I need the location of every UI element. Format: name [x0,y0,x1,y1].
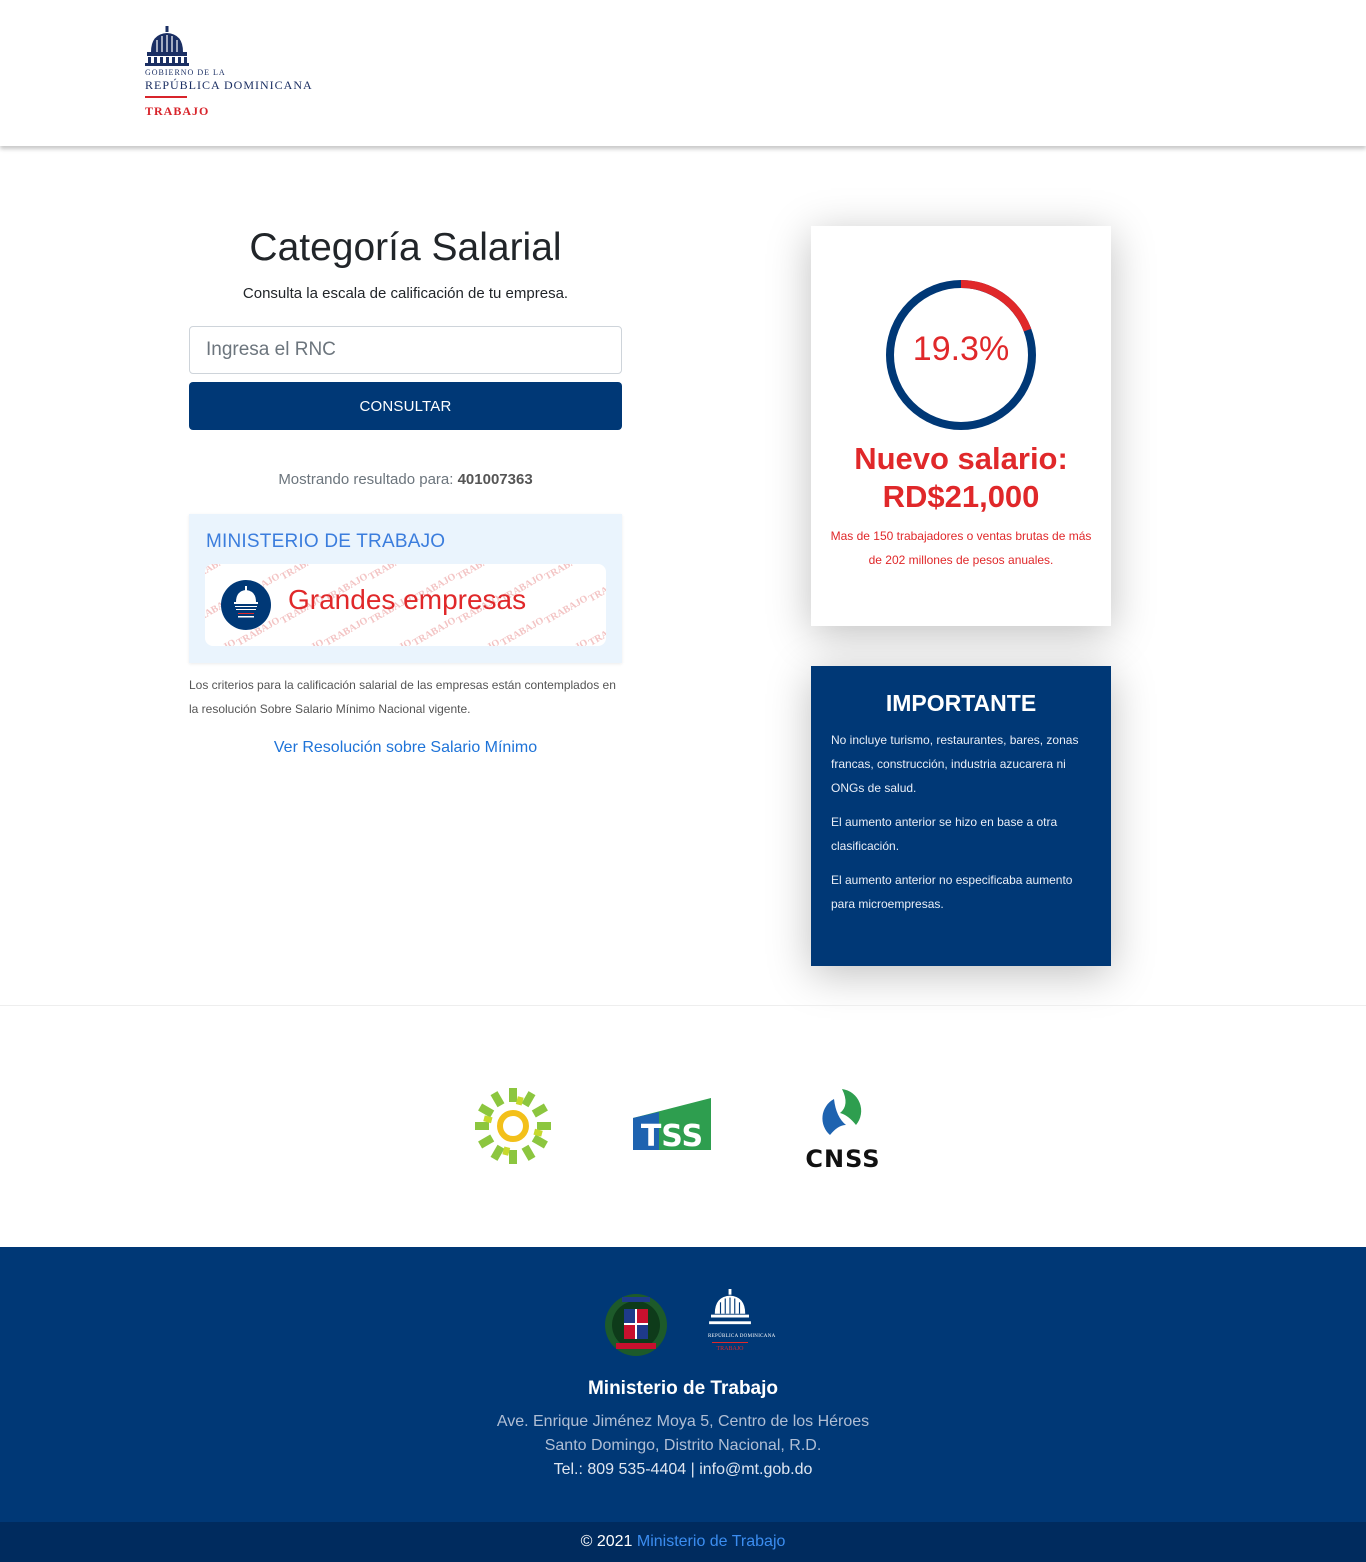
category-card: MINISTERIO DE TRABAJO TRABAJO TRABAJO TRAB… [189,514,622,663]
percent-value: 19.3% [912,330,1010,368]
logo-text-trabajo: TRABAJO [145,104,210,118]
important-note: El aumento anterior se hizo en base a ot… [831,815,1058,853]
sun-icon [475,1088,551,1164]
site-footer: REPÚBLICA DOMINICANA TRABAJO Ministerio … [0,1247,1366,1522]
tss-text: TSS [641,1119,703,1153]
watermark-text: TRABAJO [367,564,414,583]
site-header: GOBIERNO DE LA REPÚBLICA DOMINICANA TRAB… [0,0,1366,146]
footer-logo-republica: REPÚBLICA DOMINICANA [708,1334,776,1339]
result-organization: MINISTERIO DE TRABAJO [206,531,446,552]
rnc-input[interactable] [189,326,622,374]
logo-divider [145,96,187,98]
watermark-text: TRABAJO [543,593,590,627]
important-body: No incluye turismo, restaurantes, bares,… [831,728,1096,926]
new-salary: Nuevo salario: RD$21,000 [811,440,1111,516]
watermark-text: TRABAJO [367,637,414,646]
copyright-text: © 2021 [580,1533,633,1550]
address-line-1: Ave. Enrique Jiménez Moya 5, Centro de l… [496,1413,870,1430]
address-line-2: Santo Domingo, Distrito Nacional, R.D. [544,1437,822,1454]
category-name: Grandes empresas [288,584,527,615]
watermark-text: TRABAJO [279,637,326,646]
watermark-text: TRABAJO [455,564,502,583]
salary-description: Mas de 150 trabajadores o ventas brutas … [830,529,1092,567]
dome-icon [145,26,189,66]
contact-line: Tel.: 809 535-4404 | info@mt.gob.do [553,1461,813,1478]
footer-logos: REPÚBLICA DOMINICANA TRABAJO [600,1287,776,1362]
watermark-text: TRABAJO [455,637,502,646]
government-logo[interactable]: GOBIERNO DE LA REPÚBLICA DOMINICANA TRAB… [145,26,345,122]
watermark-text: TRABAJO [543,637,590,646]
cnss-text: CNSS [805,1145,880,1171]
resolution-link[interactable]: Ver Resolución sobre Salario Mínimo [189,739,622,757]
watermark-text: TRABAJO [323,615,370,646]
consultar-button[interactable]: CONSULTAR [189,382,622,430]
logo-text-gobierno: GOBIERNO DE LA [145,68,226,77]
criteria-text: Los criterios para la calificación salar… [189,678,616,716]
footer-dome-icon [709,1289,751,1325]
result-line: Mostrando resultado para: 401007363 [189,471,622,488]
salary-card: 19.3% Nuevo salario: RD$21,000 Mas de 15… [811,226,1111,626]
cnss-logo[interactable]: CNSS [790,1085,896,1176]
page-subtitle: Consulta la escala de calificación de tu… [242,285,569,302]
ministry-seal-icon [221,580,271,630]
watermark-text: TRABAJO [587,571,606,605]
footer-logo-divider [712,1342,748,1343]
result-rnc: 401007363 [457,471,533,488]
logo-text-republica: REPÚBLICA DOMINICANA [145,78,313,92]
tss-logo-graphic: TSS [633,1098,711,1154]
watermark-text: TRABAJO [543,564,590,583]
footer-title: Ministerio de Trabajo [587,1378,779,1399]
section-divider [0,1005,1366,1006]
important-note: El aumento anterior no especificaba aume… [831,873,1073,911]
important-title: IMPORTANTE [885,690,1037,716]
watermark-text: TRABAJO [587,615,606,646]
watermark-text: TRABAJO [499,615,546,646]
footer-ministry-logo: REPÚBLICA DOMINICANA TRABAJO [708,1289,776,1359]
partner-logos: TSS CNSS [0,1080,1366,1180]
watermark-text: TRABAJO [279,564,326,583]
result-prefix: Mostrando resultado para: [278,471,454,488]
copyright-bar: © 2021 Ministerio de Trabajo [0,1522,1366,1562]
important-note: No incluye turismo, restaurantes, bares,… [831,733,1079,795]
watermark-text: TRABAJO [411,615,458,646]
copyright-link[interactable]: Ministerio de Trabajo [637,1533,786,1550]
page-title: Categoría Salarial [249,226,562,269]
footer-logo-trabajo: TRABAJO [716,1346,744,1352]
footer-address: Ave. Enrique Jiménez Moya 5, Centro de l… [0,1410,1366,1482]
sun-partner-logo[interactable] [472,1085,554,1172]
category-box: TRABAJO TRABAJO TRABAJO TRABAJO TRABAJO TRABA… [205,564,606,646]
tss-logo[interactable]: TSS [633,1098,711,1158]
new-salary-label: Nuevo salario: [854,441,1068,476]
important-card: IMPORTANTE No incluye turismo, restauran… [811,666,1111,966]
cnss-logo-graphic: CNSS [805,1089,880,1173]
new-salary-amount: RD$21,000 [882,479,1040,514]
watermark-text: TRABAJO [205,637,238,646]
coat-of-arms-icon [605,1294,667,1356]
